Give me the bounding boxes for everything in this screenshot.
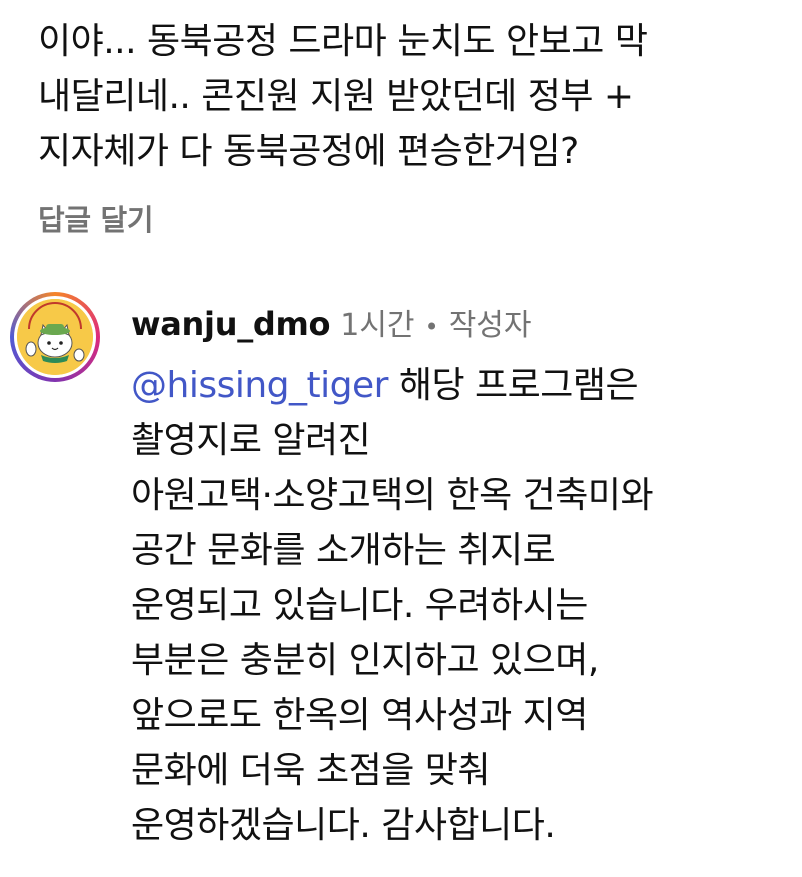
- reply-line: 공간 문화를 소개하는 취지로: [131, 530, 556, 571]
- mascot-image: [17, 299, 93, 375]
- reply-header: wanju_dmo 1시간 • 작성자: [131, 300, 791, 344]
- mention-link[interactable]: @hissing_tiger: [131, 365, 388, 406]
- parent-comment-line: 이야... 동북공정 드라마 눈치도 안보고 막: [38, 21, 648, 62]
- username[interactable]: wanju_dmo: [131, 305, 331, 343]
- reply-body: wanju_dmo 1시간 • 작성자 @hissing_tiger 해당 프로…: [131, 300, 791, 853]
- reply-line: 문화에 더욱 초점을 맞춰: [131, 750, 491, 791]
- reply-line: 운영하겠습니다. 감사합니다.: [131, 805, 556, 846]
- parent-comment-line: 내달리네.. 콘진원 지원 받았던데 정부 +: [38, 76, 634, 117]
- author-badge: 작성자: [448, 308, 532, 343]
- reply-line: 아원고택·소양고택의 한옥 건축미와: [131, 475, 654, 516]
- reply-text: @hissing_tiger 해당 프로그램은 촬영지로 알려진 아원고택·소양…: [131, 358, 791, 853]
- parent-comment-text: 이야... 동북공정 드라마 눈치도 안보고 막 내달리네.. 콘진원 지원 받…: [38, 14, 788, 179]
- reply-line: 운영되고 있습니다. 우려하시는: [131, 585, 588, 626]
- reply-line-rest: 해당 프로그램은: [387, 365, 639, 406]
- parent-comment: 이야... 동북공정 드라마 눈치도 안보고 막 내달리네.. 콘진원 지원 받…: [38, 14, 788, 239]
- reply-button[interactable]: 답글 달기: [38, 197, 788, 239]
- reply-line: 촬영지로 알려진: [131, 420, 371, 461]
- reply-line: @hissing_tiger 해당 프로그램은: [131, 358, 791, 413]
- separator-dot: •: [424, 313, 439, 341]
- reply-line: 부분은 충분히 인지하고 있으며,: [131, 640, 599, 681]
- parent-comment-line: 지자체가 다 동북공정에 편승한거임?: [38, 131, 579, 172]
- reply-line: 앞으로도 한옥의 역사성과 지역: [131, 695, 588, 736]
- timestamp: 1시간: [340, 308, 415, 343]
- mascot-avatar-icon: [17, 299, 93, 375]
- avatar[interactable]: [10, 292, 100, 382]
